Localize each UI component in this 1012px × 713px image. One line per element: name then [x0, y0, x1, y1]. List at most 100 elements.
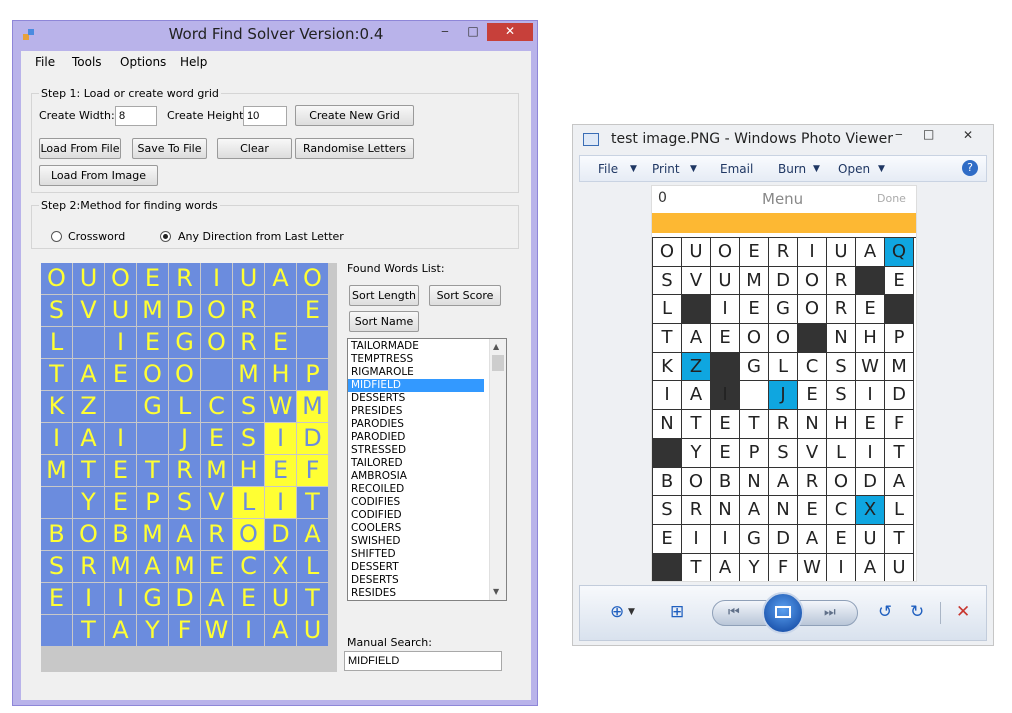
list-item[interactable]: PARODIED — [348, 431, 484, 444]
grid-cell[interactable]: I — [233, 615, 264, 646]
grid-cell[interactable]: O — [41, 263, 72, 294]
grid-cell[interactable]: S — [41, 295, 72, 326]
grid-cell[interactable] — [41, 615, 72, 646]
grid-cell[interactable]: B — [41, 519, 72, 550]
grid-cell[interactable]: R — [169, 455, 200, 486]
grid-cell[interactable]: E — [105, 455, 136, 486]
grid-cell[interactable]: S — [233, 423, 264, 454]
viewer-menu-file[interactable]: File — [598, 162, 618, 176]
grid-cell[interactable]: T — [73, 455, 104, 486]
grid-cell[interactable]: A — [105, 615, 136, 646]
grid-cell[interactable]: L — [297, 551, 328, 582]
list-item[interactable]: RECOILED — [348, 483, 484, 496]
grid-cell[interactable]: P — [297, 359, 328, 390]
next-icon[interactable]: ⏭ — [824, 605, 836, 620]
grid-cell[interactable]: A — [169, 519, 200, 550]
grid-cell[interactable]: F — [297, 455, 328, 486]
grid-cell[interactable]: R — [169, 263, 200, 294]
grid-cell[interactable]: G — [137, 391, 168, 422]
grid-cell[interactable]: K — [41, 391, 72, 422]
viewer-menu-open[interactable]: Open — [838, 162, 870, 176]
chevron-down-icon[interactable]: ▼ — [878, 164, 885, 174]
scroll-thumb[interactable] — [492, 355, 504, 371]
grid-cell[interactable]: T — [297, 583, 328, 614]
grid-cell[interactable]: T — [73, 615, 104, 646]
viewer-menu-email[interactable]: Email — [720, 162, 753, 176]
grid-cell[interactable]: E — [137, 327, 168, 358]
grid-cell[interactable]: O — [105, 263, 136, 294]
grid-cell[interactable]: A — [201, 583, 232, 614]
zoom-icon[interactable]: ⊕ — [610, 602, 624, 622]
grid-cell[interactable]: J — [169, 423, 200, 454]
grid-cell[interactable]: F — [169, 615, 200, 646]
grid-cell[interactable]: S — [41, 551, 72, 582]
chevron-down-icon[interactable]: ▼ — [628, 607, 635, 617]
sort-score-button[interactable]: Sort Score — [429, 285, 501, 306]
list-item[interactable]: STRESSED — [348, 444, 484, 457]
grid-cell[interactable]: M — [137, 519, 168, 550]
radio-crossword[interactable] — [51, 231, 62, 242]
list-item[interactable]: TAILORED — [348, 457, 484, 470]
load-from-file-button[interactable]: Load From File — [39, 138, 121, 159]
grid-cell[interactable]: E — [233, 583, 264, 614]
grid-cell[interactable] — [41, 487, 72, 518]
grid-cell[interactable]: Z — [73, 391, 104, 422]
menu-options[interactable]: Options — [120, 55, 166, 69]
viewer-maximize-button[interactable]: □ — [923, 127, 934, 141]
actual-size-icon[interactable]: ⊞ — [670, 602, 684, 622]
grid-cell[interactable]: I — [201, 263, 232, 294]
grid-cell[interactable]: M — [297, 391, 328, 422]
grid-cell[interactable]: R — [201, 519, 232, 550]
grid-cell[interactable]: O — [297, 263, 328, 294]
minimize-button[interactable]: ‒ — [431, 23, 459, 41]
grid-cell[interactable]: R — [73, 551, 104, 582]
grid-cell[interactable]: M — [201, 455, 232, 486]
list-item[interactable]: DESSERT — [348, 561, 484, 574]
list-scrollbar[interactable]: ▲ ▼ — [489, 339, 506, 600]
grid-cell[interactable]: A — [137, 551, 168, 582]
grid-cell[interactable]: H — [233, 455, 264, 486]
grid-cell[interactable]: D — [297, 423, 328, 454]
list-item[interactable]: MIDFIELD — [348, 379, 484, 392]
delete-icon[interactable]: ✕ — [956, 602, 970, 622]
grid-cell[interactable]: E — [201, 423, 232, 454]
grid-cell[interactable]: W — [201, 615, 232, 646]
width-input[interactable] — [115, 106, 157, 126]
grid-cell[interactable]: S — [169, 487, 200, 518]
list-item[interactable]: RESIDES — [348, 587, 484, 600]
rotate-clockwise-icon[interactable]: ↻ — [910, 602, 924, 622]
save-to-file-button[interactable]: Save To File — [132, 138, 207, 159]
grid-cell[interactable]: T — [137, 455, 168, 486]
radio-any-direction[interactable] — [160, 231, 171, 242]
grid-cell[interactable]: W — [265, 391, 296, 422]
grid-cell[interactable]: H — [265, 359, 296, 390]
help-icon[interactable]: ? — [962, 160, 978, 176]
list-item[interactable]: PARODIES — [348, 418, 484, 431]
grid-cell[interactable]: E — [297, 295, 328, 326]
grid-cell[interactable]: L — [41, 327, 72, 358]
chevron-down-icon[interactable]: ▼ — [690, 164, 697, 174]
close-button[interactable]: ✕ — [487, 23, 533, 41]
grid-cell[interactable]: M — [169, 551, 200, 582]
grid-cell[interactable]: Y — [137, 615, 168, 646]
grid-cell[interactable]: T — [41, 359, 72, 390]
previous-icon[interactable]: ⏮ — [728, 605, 740, 620]
grid-cell[interactable]: P — [137, 487, 168, 518]
list-item[interactable]: SWISHED — [348, 535, 484, 548]
list-item[interactable]: PRESIDES — [348, 405, 484, 418]
viewer-menu-print[interactable]: Print — [652, 162, 680, 176]
list-item[interactable]: DESSERTS — [348, 392, 484, 405]
list-item[interactable]: COOLERS — [348, 522, 484, 535]
grid-cell[interactable]: G — [137, 583, 168, 614]
menu-file[interactable]: File — [35, 55, 55, 69]
list-item[interactable]: CODIFIES — [348, 496, 484, 509]
grid-cell[interactable] — [201, 359, 232, 390]
grid-cell[interactable]: A — [265, 263, 296, 294]
scroll-up-icon[interactable]: ▲ — [493, 342, 499, 351]
grid-cell[interactable]: E — [265, 327, 296, 358]
grid-cell[interactable]: L — [233, 487, 264, 518]
chevron-down-icon[interactable]: ▼ — [813, 164, 820, 174]
grid-cell[interactable]: O — [137, 359, 168, 390]
height-input[interactable] — [243, 106, 287, 126]
grid-cell[interactable]: O — [201, 327, 232, 358]
